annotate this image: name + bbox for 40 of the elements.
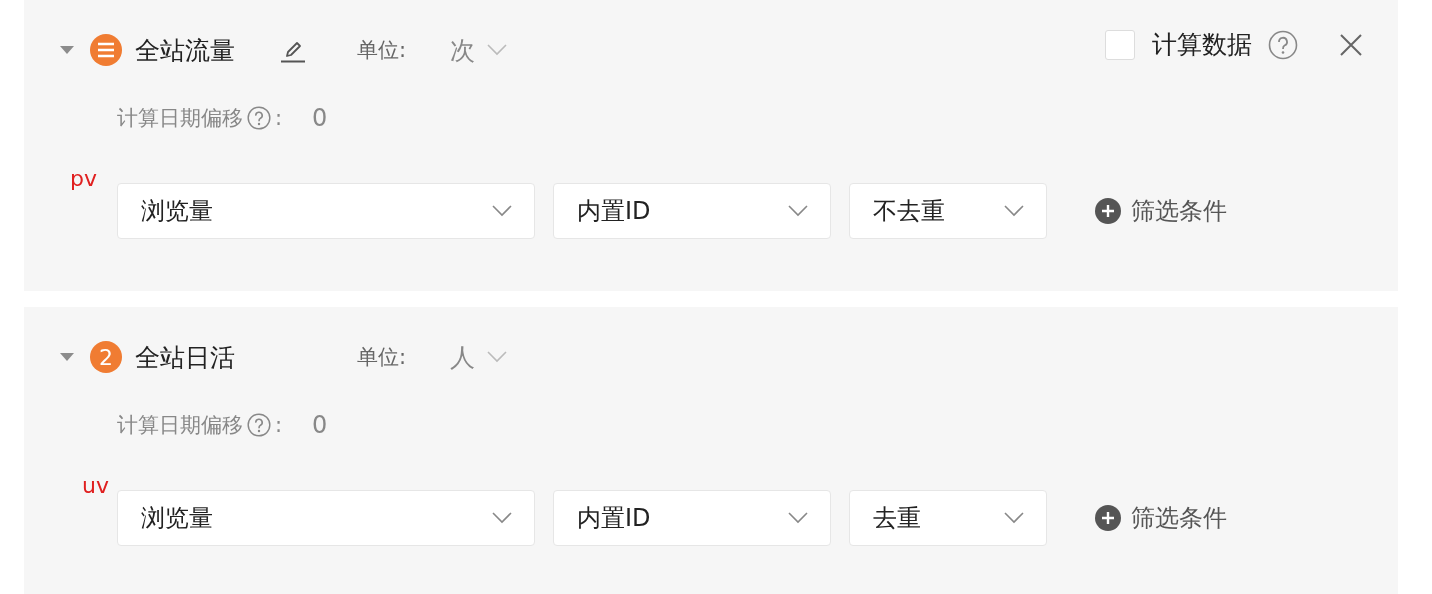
select-dropdown[interactable]: 浏览量 bbox=[117, 490, 535, 546]
index-badge: 2 bbox=[90, 341, 122, 373]
select-dropdown[interactable]: 去重 bbox=[849, 490, 1047, 546]
list-icon bbox=[90, 34, 122, 66]
chevron-icon bbox=[492, 512, 512, 524]
plus-icon bbox=[1095, 198, 1121, 224]
annotation-text: pv bbox=[70, 166, 97, 191]
chevron-icon bbox=[788, 205, 808, 217]
select-dropdown[interactable]: 内置ID bbox=[553, 183, 831, 239]
unit-label: 单位: bbox=[357, 344, 408, 371]
add-filter-button[interactable]: 筛选条件 bbox=[1095, 502, 1227, 534]
offset-value: 0 bbox=[312, 411, 328, 439]
chevron-icon bbox=[487, 44, 507, 56]
offset-label: 计算日期偏移 bbox=[117, 105, 243, 132]
help-icon[interactable] bbox=[247, 413, 271, 437]
chevron-icon bbox=[1004, 512, 1024, 524]
chevron-icon bbox=[1004, 205, 1024, 217]
chevron-icon bbox=[492, 205, 512, 217]
caret-icon[interactable] bbox=[60, 46, 74, 54]
add-filter-button[interactable]: 筛选条件 bbox=[1095, 195, 1227, 227]
checkbox[interactable] bbox=[1105, 29, 1135, 60]
offset-label: 计算日期偏移 bbox=[117, 412, 243, 439]
plus-icon bbox=[1095, 505, 1121, 531]
select-dropdown[interactable]: 内置ID bbox=[553, 490, 831, 546]
unit-label: 单位: bbox=[357, 37, 408, 64]
chevron-icon bbox=[788, 512, 808, 524]
metric-title: 全站流量 bbox=[135, 34, 236, 67]
help-icon[interactable] bbox=[1268, 29, 1298, 60]
offset-value: 0 bbox=[312, 104, 328, 132]
close-icon[interactable] bbox=[1340, 33, 1362, 56]
offset-colon: : bbox=[275, 106, 283, 130]
chevron-icon bbox=[487, 351, 507, 363]
help-icon[interactable] bbox=[247, 106, 271, 130]
metric-title: 全站日活 bbox=[135, 341, 236, 374]
select-dropdown[interactable]: 浏览量 bbox=[117, 183, 535, 239]
offset-colon: : bbox=[275, 413, 283, 437]
annotation-text: uv bbox=[82, 473, 109, 498]
caret-icon[interactable] bbox=[60, 353, 74, 361]
select-dropdown[interactable]: 不去重 bbox=[849, 183, 1047, 239]
checkbox-label: 计算数据 bbox=[1152, 29, 1252, 61]
